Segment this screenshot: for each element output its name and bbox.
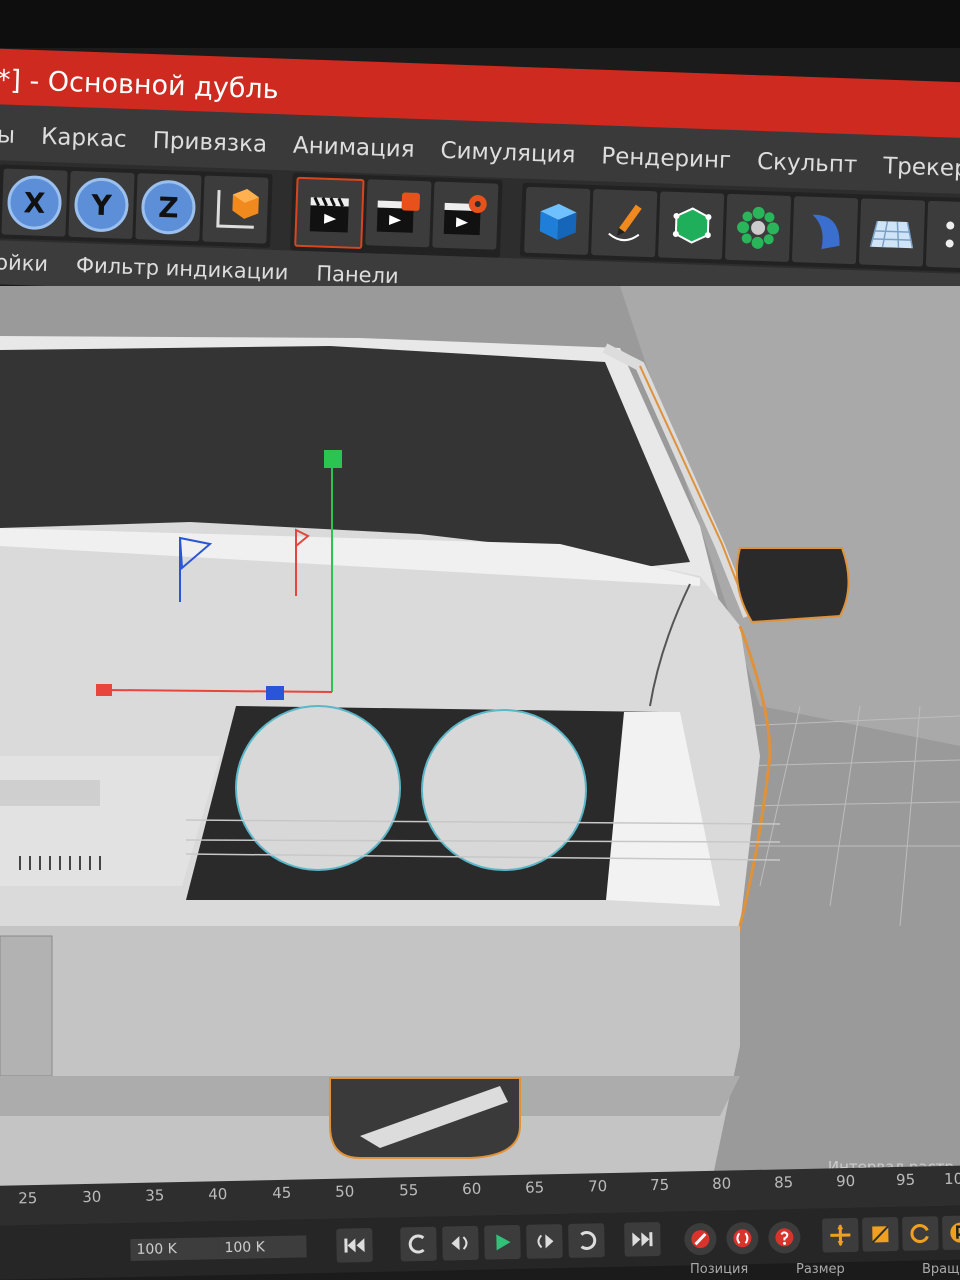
menu-item-motion-tracker[interactable]: Трекер движени [883, 153, 960, 186]
loop-forward-button[interactable] [568, 1223, 605, 1258]
cube-icon [539, 203, 577, 240]
viewport-menu-settings[interactable]: ойки [0, 250, 48, 276]
question-key-icon [775, 1228, 794, 1247]
position-label: Позиция [690, 1262, 749, 1277]
y-axis-icon: Y [73, 176, 130, 233]
timeline-tick: 95 [895, 1170, 916, 1190]
fog-light [329, 1077, 521, 1159]
y-axis-button[interactable]: Y [68, 170, 135, 240]
render-view-button[interactable] [294, 176, 365, 250]
autokey-icon [733, 1229, 752, 1248]
timeline-tick: 55 [398, 1181, 419, 1200]
side-mirror [735, 547, 850, 624]
menu-item-simulate[interactable]: Симуляция [440, 138, 576, 169]
menu-item-partial[interactable]: ы [0, 122, 16, 149]
loop-forward-icon [580, 1231, 597, 1250]
next-key-button[interactable] [526, 1224, 563, 1259]
record-keys-button[interactable] [684, 1222, 717, 1256]
cube-button[interactable] [524, 186, 591, 255]
start-frame-field[interactable]: 100 K [130, 1237, 219, 1262]
loop-back-icon [408, 1234, 425, 1254]
timeline-tick: 100 [943, 1169, 960, 1189]
timeline-tick: 65 [524, 1178, 545, 1197]
go-to-start-button[interactable] [336, 1227, 373, 1263]
pen-icon [608, 204, 642, 242]
menu-item-animate[interactable]: Анимация [293, 133, 415, 163]
prev-key-icon [451, 1236, 468, 1251]
z-axis-button[interactable]: Z [135, 173, 202, 242]
timeline-tick: 80 [711, 1174, 732, 1193]
render-picture-viewer-icon [376, 192, 421, 233]
x-axis-icon: X [6, 174, 63, 231]
loop-back-button[interactable] [400, 1226, 437, 1262]
parameter-key-icon [950, 1222, 960, 1243]
x-axis-button[interactable]: X [1, 168, 68, 237]
z-axis-icon: Z [140, 179, 197, 236]
coordinate-system-icon [216, 188, 259, 229]
menu-item-sculpt[interactable]: Скульпт [757, 149, 858, 178]
timeline-tick: 90 [835, 1171, 856, 1191]
timeline-tick: 85 [773, 1173, 794, 1192]
menu-item-snap[interactable]: Привязка [152, 128, 267, 158]
timeline-tick: 50 [335, 1182, 355, 1201]
timeline-tick: 75 [649, 1175, 670, 1195]
go-to-end-icon [632, 1232, 653, 1247]
monitor-bezel [0, 0, 960, 48]
subdivision-button[interactable] [658, 191, 725, 260]
deformer-icon [812, 214, 840, 250]
parameter-key-button[interactable] [942, 1215, 960, 1251]
menu-item-mesh[interactable]: Каркас [41, 124, 128, 153]
rotation-label: Вращ [922, 1262, 960, 1277]
rotation-key-button[interactable] [902, 1216, 939, 1251]
menu-item-render[interactable]: Рендеринг [601, 143, 732, 174]
window-title: *] - Основной дубль [0, 64, 280, 105]
timeline-tick: 60 [461, 1179, 482, 1199]
render-view-icon [309, 196, 349, 233]
timeline-tick: 45 [272, 1183, 292, 1203]
floor-icon [869, 220, 914, 249]
scale-key-icon [871, 1225, 889, 1244]
prev-key-button[interactable] [442, 1225, 479, 1261]
car-model-render [0, 286, 960, 1190]
viewport-menu-filter[interactable]: Фильтр индикации [76, 253, 289, 284]
timeline-tick: 40 [208, 1185, 228, 1204]
deformer-button[interactable] [791, 196, 859, 265]
render-settings-icon [443, 195, 487, 236]
go-to-start-icon [344, 1238, 365, 1253]
3d-viewport[interactable] [0, 286, 960, 1190]
timeline-tick: 30 [82, 1187, 102, 1207]
timeline-tick: 35 [145, 1186, 165, 1205]
array-button[interactable] [724, 193, 792, 262]
rotation-key-icon [910, 1224, 929, 1244]
picture-viewer-button[interactable] [365, 179, 432, 248]
position-key-button[interactable] [822, 1217, 859, 1253]
axis-lock-group: X Y Z [0, 164, 273, 248]
floor-button[interactable] [858, 198, 926, 267]
record-key-icon [691, 1230, 710, 1249]
subdivision-icon [672, 207, 712, 244]
render-settings-button[interactable] [432, 181, 499, 250]
scale-key-button[interactable] [862, 1216, 899, 1252]
size-label: Размер [796, 1262, 845, 1277]
scene-icon [945, 221, 955, 248]
objects-group [519, 182, 960, 274]
position-key-icon [830, 1224, 851, 1247]
timeline-tick: 70 [587, 1177, 608, 1196]
coordinate-system-button[interactable] [202, 175, 269, 244]
grille [0, 756, 220, 886]
keyframe-selection-button[interactable] [768, 1221, 801, 1254]
next-key-icon [537, 1234, 554, 1249]
go-to-end-button[interactable] [624, 1221, 661, 1257]
array-icon [737, 206, 780, 249]
autokey-button[interactable] [726, 1221, 759, 1255]
pen-button[interactable] [591, 189, 658, 258]
scene-button[interactable] [925, 200, 960, 269]
end-frame-field[interactable]: 100 K [218, 1235, 307, 1260]
viewport-menu-panels[interactable]: Панели [316, 261, 399, 288]
play-button[interactable] [484, 1224, 521, 1260]
render-group [290, 172, 503, 258]
play-icon [496, 1234, 511, 1251]
timeline-tick: 25 [18, 1189, 38, 1208]
